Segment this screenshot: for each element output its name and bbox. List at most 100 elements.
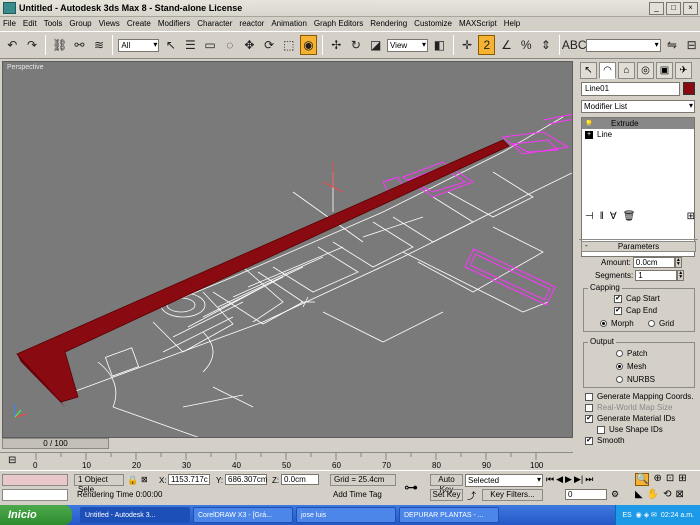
percent-snap-icon[interactable]: % [518, 35, 535, 55]
gen-mapping-checkbox[interactable]: Generate Mapping Coords. [585, 392, 694, 401]
select-and-scale-icon[interactable]: ⬚ [280, 35, 297, 55]
cap-end-checkbox[interactable]: ✔ Cap End [614, 306, 657, 315]
redo-icon[interactable]: ↷ [24, 35, 41, 55]
reference-coordinate-dropdown[interactable]: View [386, 38, 429, 52]
window-crossing-icon[interactable]: ◌ [221, 35, 238, 55]
create-tab-icon[interactable]: ↖ [580, 62, 597, 79]
menu-group[interactable]: Group [69, 19, 91, 28]
prev-frame-icon[interactable]: ◀ [556, 474, 563, 485]
key-mode-dropdown[interactable]: Selected [465, 474, 543, 487]
object-name-field[interactable]: Line01 [581, 82, 680, 96]
zoom-icon[interactable]: 🔍 [635, 473, 650, 486]
zoom-all-icon[interactable]: ⊕ [653, 473, 661, 486]
show-end-result-icon[interactable]: ‖ [600, 211, 604, 222]
pan-icon[interactable]: ✋ [647, 489, 659, 500]
menu-modifiers[interactable]: Modifiers [158, 19, 190, 28]
morph-radio[interactable]: Morph [600, 319, 634, 328]
motion-tab-icon[interactable]: ◎ [637, 62, 654, 79]
nurbs-radio[interactable]: NURBS [616, 375, 655, 384]
menu-help[interactable]: Help [504, 19, 520, 28]
start-button[interactable]: Inicio [0, 505, 72, 525]
mesh-radio[interactable]: Mesh [616, 362, 647, 371]
unlink-icon[interactable]: ⚯ [71, 35, 88, 55]
maxscript-input[interactable] [2, 489, 68, 501]
display-tab-icon[interactable]: ▣ [656, 62, 673, 79]
axis-constraint-icon[interactable]: ✛ [459, 35, 476, 55]
amount-spinner[interactable]: 0.0cm [632, 257, 675, 268]
menu-animation[interactable]: Animation [271, 19, 307, 28]
named-selection-icon[interactable]: ABC [562, 35, 587, 55]
select-and-rotate-icon[interactable]: ⟳ [261, 35, 278, 55]
use-shape-ids-checkbox[interactable]: Use Shape IDs [597, 425, 663, 434]
x-coord-field[interactable]: 1153.717c [168, 474, 210, 485]
cap-start-checkbox[interactable]: ✔ Cap Start [614, 294, 660, 303]
lightbulb-icon[interactable]: 💡 [585, 120, 594, 128]
menu-tools[interactable]: Tools [44, 19, 63, 28]
pivot-center-icon[interactable]: ◧ [431, 35, 448, 55]
rotate-icon[interactable]: ↻ [348, 35, 365, 55]
time-slider[interactable]: 0 / 100 [2, 438, 109, 449]
set-key-button[interactable]: Set Key [430, 489, 463, 501]
bind-space-warp-icon[interactable]: ≋ [91, 35, 108, 55]
object-color-swatch[interactable] [683, 82, 695, 95]
stack-item-line[interactable]: + Line [582, 129, 694, 140]
undo-icon[interactable]: ↶ [4, 35, 21, 55]
tray-icons[interactable]: ◉ ◈ ✉ [636, 511, 657, 519]
maxscript-listener[interactable] [2, 474, 68, 486]
menu-graph-editors[interactable]: Graph Editors [314, 19, 363, 28]
select-and-move-icon[interactable]: ✥ [241, 35, 258, 55]
select-object-icon[interactable]: ↖ [162, 35, 179, 55]
play-icon[interactable]: ▶ [565, 474, 572, 485]
time-config-icon[interactable]: ⚙ [611, 489, 619, 500]
menu-reactor[interactable]: reactor [239, 19, 264, 28]
maximize-viewport-icon[interactable]: ⊠ [676, 489, 684, 500]
smooth-checkbox[interactable]: ✔ Smooth [585, 436, 625, 445]
move-icon[interactable]: ✢ [328, 35, 345, 55]
modify-tab-icon[interactable]: ◠ [599, 62, 616, 79]
snap-toggle-icon[interactable]: 2 [478, 35, 496, 55]
segments-spinner[interactable]: 1 [635, 270, 678, 281]
rect-selection-region-icon[interactable]: ▭ [202, 35, 219, 55]
menu-create[interactable]: Create [127, 19, 151, 28]
absolute-mode-icon[interactable]: ⊠ [141, 475, 148, 484]
taskbar-item-folder[interactable]: jose luis [296, 507, 396, 523]
taskbar-item-depurar[interactable]: DEPURAR PLANTAS - ... [399, 507, 499, 523]
track-bar[interactable]: ⊟ 0 10 20 30 40 50 60 70 80 90 100 [0, 452, 573, 470]
menu-file[interactable]: File [3, 19, 16, 28]
pin-stack-icon[interactable]: ⊣ [585, 211, 594, 222]
angle-snap-icon[interactable]: ∠ [498, 35, 515, 55]
menu-rendering[interactable]: Rendering [370, 19, 407, 28]
menu-maxscript[interactable]: MAXScript [459, 19, 497, 28]
goto-end-icon[interactable]: ⏭ [585, 474, 593, 485]
remove-modifier-icon[interactable]: 🗑 [623, 211, 636, 222]
select-link-icon[interactable]: ⛓ [51, 35, 68, 55]
add-time-tag-button[interactable]: Add Time Tag [330, 490, 396, 501]
taskbar-item-coreldraw[interactable]: CorelDRAW X3 - [Grá... [193, 507, 293, 523]
modifier-list-dropdown[interactable]: Modifier List [581, 100, 695, 113]
taskbar-item-3dsmax[interactable]: Untitled - Autodesk 3... [80, 507, 190, 523]
menu-character[interactable]: Character [197, 19, 232, 28]
segments-spinner-arrows[interactable]: ▲ ▼ [677, 270, 685, 281]
next-frame-icon[interactable]: ▶| [574, 474, 583, 485]
configure-sets-icon[interactable]: ⊞ [687, 211, 695, 222]
spinner-snap-icon[interactable]: ⇕ [538, 35, 555, 55]
lock-selection-icon[interactable]: 🔒 [127, 475, 138, 486]
minimize-button[interactable]: _ [649, 1, 664, 15]
z-coord-field[interactable]: 0.0cm [281, 474, 319, 485]
selection-filter-dropdown[interactable]: All [118, 38, 160, 52]
key-icon[interactable]: ⊶ [404, 479, 418, 496]
hierarchy-tab-icon[interactable]: ⌂ [618, 62, 635, 79]
key-filters-button[interactable]: Key Filters... [482, 489, 543, 501]
arc-rotate-icon[interactable]: ⟲ [663, 489, 671, 500]
close-button[interactable]: × [683, 1, 698, 15]
scale-icon[interactable]: ◪ [367, 35, 384, 55]
menu-edit[interactable]: Edit [23, 19, 37, 28]
align-icon[interactable]: ⊟ [683, 35, 700, 55]
zoom-extents-all-icon[interactable]: ⊞ [678, 473, 686, 486]
maximize-button[interactable]: □ [666, 1, 681, 15]
named-selection-dropdown[interactable] [586, 38, 661, 52]
menu-customize[interactable]: Customize [414, 19, 452, 28]
goto-start-icon[interactable]: ⏮ [546, 474, 554, 485]
perspective-viewport[interactable]: Perspective [2, 61, 573, 438]
grid-radio[interactable]: Grid [648, 319, 674, 328]
